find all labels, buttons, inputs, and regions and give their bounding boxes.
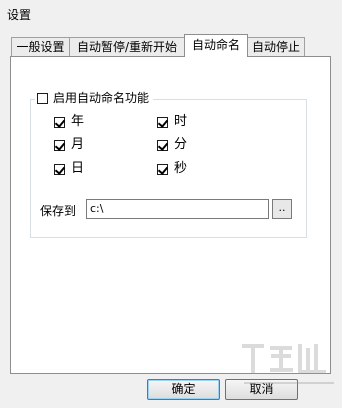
ok-button[interactable]: 确定 [147, 379, 220, 400]
checkbox-day[interactable]: 日 [54, 161, 84, 177]
tab-auto-naming[interactable]: 自动命名 [184, 34, 248, 57]
save-path-input[interactable]: c:\ [86, 199, 269, 219]
browse-button[interactable]: .. [272, 199, 292, 219]
checkbox-checked-icon [157, 116, 168, 128]
checkbox-icon [37, 92, 48, 104]
checkbox-checked-icon [54, 116, 65, 128]
enable-auto-naming-label: 启用自动命名功能 [53, 91, 150, 105]
watermark-logo [242, 344, 334, 384]
checkbox-hour[interactable]: 时 [157, 114, 187, 130]
checkbox-second[interactable]: 秒 [157, 161, 187, 177]
checkbox-hour-label: 时 [174, 114, 188, 129]
checkbox-second-label: 秒 [174, 161, 188, 176]
tab-strip: 一般设置 自动暂停/重新开始 自动命名 自动停止 [11, 34, 331, 57]
checkbox-day-label: 日 [71, 161, 85, 176]
checkbox-month-label: 月 [71, 137, 85, 152]
checkbox-month[interactable]: 月 [54, 137, 84, 153]
checkbox-year[interactable]: 年 [54, 114, 84, 130]
tab-general-settings[interactable]: 一般设置 [11, 37, 70, 56]
checkbox-checked-icon [54, 163, 65, 175]
checkbox-minute[interactable]: 分 [157, 137, 187, 153]
title-bar: 设置 [0, 0, 342, 28]
tab-auto-stop[interactable]: 自动停止 [247, 37, 305, 56]
checkbox-year-label: 年 [71, 114, 85, 129]
checkbox-checked-icon [157, 163, 168, 175]
checkbox-checked-icon [54, 139, 65, 151]
checkbox-minute-label: 分 [174, 137, 188, 152]
enable-auto-naming-checkbox[interactable]: 启用自动命名功能 [35, 90, 154, 106]
save-to-label: 保存到 [40, 204, 77, 218]
window-title: 设置 [7, 8, 32, 22]
tab-auto-pause-restart[interactable]: 自动暂停/重新开始 [69, 37, 185, 56]
checkbox-checked-icon [157, 139, 168, 151]
